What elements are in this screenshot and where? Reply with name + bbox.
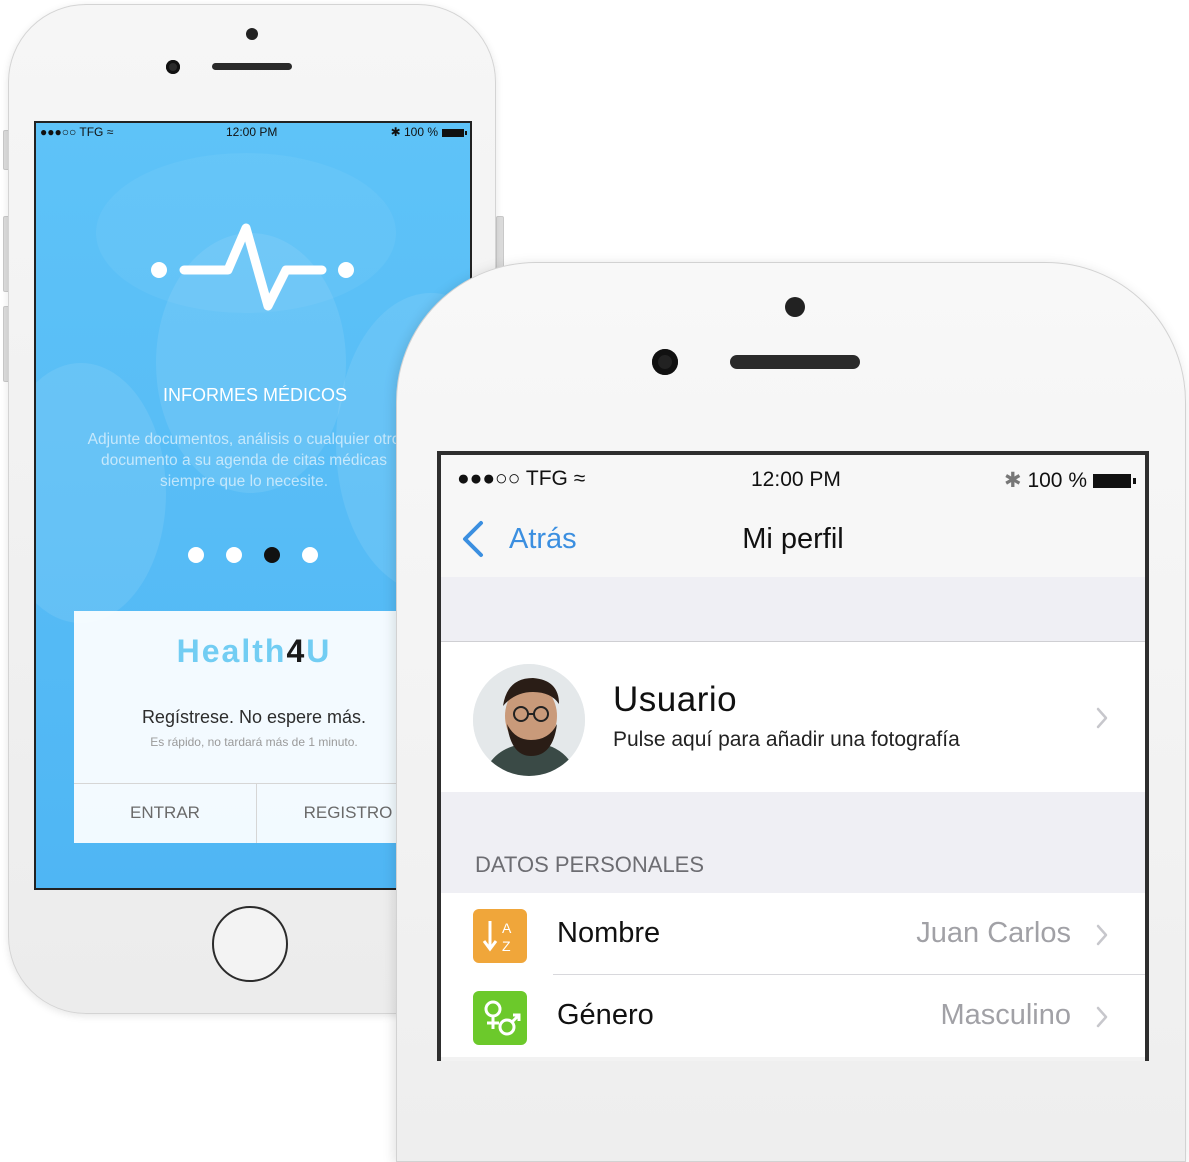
carrier-signal: ●●●○○ TFG ≈ — [40, 125, 114, 139]
status-bar: ●●●○○ TFG ≈ 12:00 PM ✱ 100 % — [441, 455, 1145, 499]
register-card: Health4U Regístrese. No espere más. Es r… — [74, 611, 404, 843]
proximity-sensor — [246, 28, 258, 40]
profile-photo-hint: Pulse aquí para añadir una fotografía — [613, 728, 960, 751]
status-bar: ●●●○○ TFG ≈ 12:00 PM ✱ 100 % — [36, 123, 470, 143]
battery-status: ✱ 100 % — [1004, 468, 1136, 493]
home-button[interactable] — [212, 906, 288, 982]
profile-name: Usuario — [613, 680, 738, 719]
front-camera — [166, 60, 180, 74]
divider — [74, 783, 404, 784]
row-label: Nombre — [557, 917, 661, 949]
list-item-nombre[interactable]: A Z Nombre Juan Carlos — [441, 893, 1145, 975]
avatar[interactable] — [473, 664, 585, 776]
earpiece-speaker — [212, 63, 292, 70]
onboarding-description: Adjunte documentos, análisis o cualquier… — [87, 431, 401, 490]
register-headline: Regístrese. No espere más. — [141, 707, 367, 727]
section-spacer — [441, 577, 1145, 642]
battery-icon — [1093, 474, 1136, 489]
sort-az-icon: A Z — [473, 909, 527, 963]
section-label: DATOS PERSONALES — [475, 852, 705, 877]
wifi-icon: ≈ — [106, 125, 114, 139]
bluetooth-icon: ✱ — [390, 125, 401, 139]
chevron-right-icon — [1096, 924, 1108, 946]
page-title: Mi perfil — [742, 523, 844, 555]
proximity-sensor — [785, 297, 805, 317]
gender-icon — [473, 991, 527, 1045]
row-value: Masculino — [940, 999, 1071, 1031]
heartbeat-icon — [151, 223, 354, 311]
avatar-illustration — [473, 664, 585, 776]
bluetooth-icon: ✱ — [1004, 469, 1022, 492]
status-time: 12:00 PM — [226, 125, 278, 139]
status-time: 12:00 PM — [751, 468, 841, 491]
chevron-right-icon — [1096, 707, 1108, 729]
svg-text:A: A — [502, 920, 512, 936]
wifi-icon: ≈ — [573, 467, 586, 490]
row-value: Juan Carlos — [916, 917, 1071, 949]
profile-screen: ●●●○○ TFG ≈ 12:00 PM ✱ 100 % Atrás Mi pe… — [437, 451, 1149, 1061]
page-dot-4[interactable] — [302, 547, 318, 563]
profile-row[interactable]: Usuario Pulse aquí para añadir una fotog… — [441, 642, 1145, 793]
row-label: Género — [557, 999, 654, 1031]
chevron-right-icon — [1096, 1006, 1108, 1028]
page-dot-2[interactable] — [226, 547, 242, 563]
carrier-signal: ●●●○○ TFG ≈ — [457, 467, 586, 490]
page-dot-3-active[interactable] — [264, 547, 280, 563]
battery-status: ✱ 100 % — [390, 125, 467, 139]
section-header: DATOS PERSONALES — [441, 792, 1145, 893]
front-camera — [652, 349, 678, 375]
navigation-bar: Atrás Mi perfil — [441, 499, 1145, 577]
list-item-genero[interactable]: Género Masculino — [441, 975, 1145, 1057]
svg-text:Z: Z — [502, 938, 511, 954]
brand-logo: Health4U — [176, 633, 332, 669]
enter-button[interactable]: ENTRAR — [74, 803, 256, 823]
register-subtext: Es rápido, no tardará más de 1 minuto. — [150, 735, 358, 749]
earpiece-speaker — [730, 355, 860, 369]
battery-icon — [442, 128, 467, 137]
page-dot-1[interactable] — [188, 547, 204, 563]
